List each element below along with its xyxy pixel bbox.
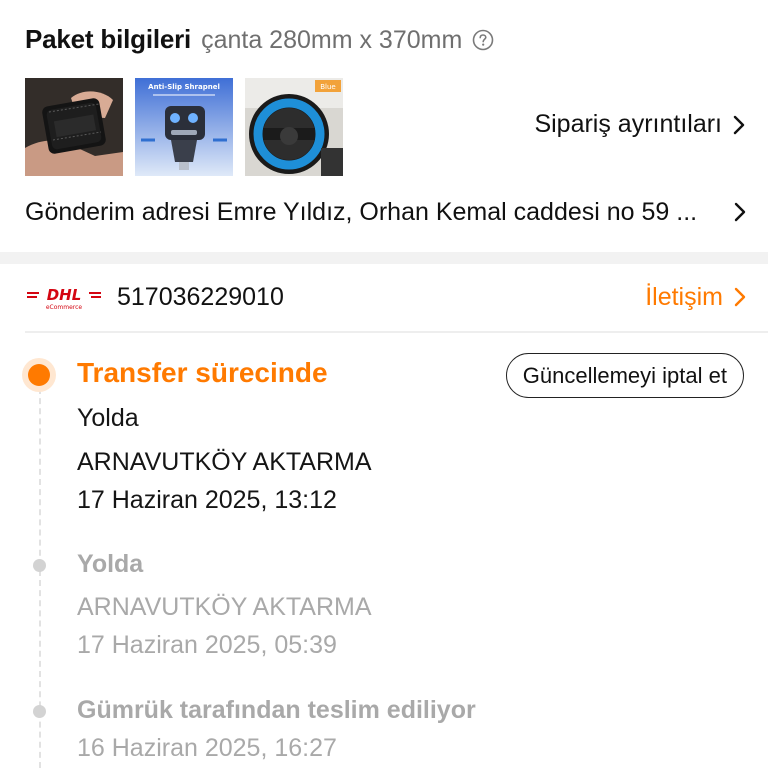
black-wallet-photo	[25, 78, 123, 176]
package-info-card: Paket bilgileri çanta 280mm x 370mm Anti…	[0, 0, 768, 252]
package-header: Paket bilgileri çanta 280mm x 370mm	[25, 24, 494, 60]
chevron-right-icon	[734, 202, 746, 222]
steering-wheel-cover-photo: Blue	[245, 78, 343, 176]
shipping-address-value: Emre Yıldız, Orhan Kemal caddesi no 59 .…	[216, 197, 698, 226]
timeline-dot	[33, 705, 46, 718]
thumbnail-charger[interactable]: Anti-Slip Shrapnel	[135, 78, 233, 176]
thumbnail-wallet[interactable]	[25, 78, 123, 176]
timeline-datetime: 17 Haziran 2025, 05:39	[77, 631, 337, 659]
timeline-detail: Yolda	[77, 404, 139, 432]
timeline-status: Yolda	[77, 550, 144, 578]
package-subtitle: çanta 280mm x 370mm	[201, 26, 463, 54]
product-thumbnails: Anti-Slip Shrapnel Blue	[25, 78, 343, 176]
section-separator	[0, 252, 768, 264]
carrier-row: DHL eCommerce 517036229010 İletişim	[25, 280, 747, 314]
dhl-logo-text: DHL	[47, 286, 82, 304]
divider	[25, 331, 768, 333]
shipping-address-text: Gönderim adresi Emre Yıldız, Orhan Kemal…	[25, 198, 697, 227]
contact-link[interactable]: İletişim	[645, 283, 747, 312]
timeline-dot-active	[28, 364, 50, 386]
contact-label: İletişim	[645, 282, 723, 311]
timeline-status: Transfer sürecinde	[77, 357, 328, 388]
order-details-link[interactable]: Sipariş ayrıntıları	[534, 110, 746, 139]
timeline-status: Gümrük tarafından teslim ediliyor	[77, 696, 476, 724]
timeline-datetime: 16 Haziran 2025, 16:27	[77, 734, 337, 762]
timeline-location: ARNAVUTKÖY AKTARMA	[77, 593, 372, 621]
chevron-right-icon	[733, 115, 745, 134]
cancel-update-button[interactable]: Güncellemeyi iptal et	[505, 353, 744, 398]
shipping-address-row[interactable]: Gönderim adresi Emre Yıldız, Orhan Kemal…	[25, 196, 747, 228]
order-details-label: Sipariş ayrıntıları	[534, 110, 722, 138]
chevron-right-icon	[734, 287, 746, 307]
carrier-info: DHL eCommerce 517036229010	[25, 283, 284, 312]
shipping-label: Gönderim adresi	[25, 197, 210, 226]
timeline-dot	[33, 559, 46, 572]
timeline-location: ARNAVUTKÖY AKTARMA	[77, 448, 372, 476]
dhl-ecommerce-logo: DHL eCommerce	[27, 286, 101, 311]
dhl-logo-subtext: eCommerce	[46, 304, 83, 311]
timeline-datetime: 17 Haziran 2025, 13:12	[77, 486, 337, 514]
package-title: Paket bilgileri	[25, 24, 192, 54]
question-circle-icon[interactable]	[472, 29, 494, 51]
steering-banner-text: Blue	[320, 83, 336, 91]
charger-banner-text: Anti-Slip Shrapnel	[148, 83, 220, 91]
tracking-number[interactable]: 517036229010	[117, 283, 284, 312]
car-charger-photo: Anti-Slip Shrapnel	[135, 78, 233, 176]
thumbnail-steering-cover[interactable]: Blue	[245, 78, 343, 176]
